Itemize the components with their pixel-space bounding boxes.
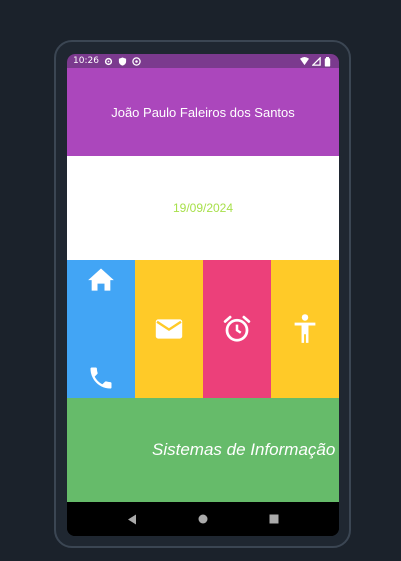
user-name: João Paulo Faleiros dos Santos <box>111 104 295 120</box>
navigation-bar <box>67 502 339 536</box>
icon-grid <box>67 260 339 398</box>
signal-icon <box>312 56 321 66</box>
column-alarm <box>203 260 271 398</box>
home-button-icon[interactable] <box>198 514 208 524</box>
battery-icon <box>324 56 333 66</box>
status-time: 10:26 <box>73 56 99 66</box>
home-icon[interactable] <box>87 266 115 292</box>
column-mail <box>135 260 203 398</box>
status-right <box>300 56 333 66</box>
date-text: 19/09/2024 <box>172 201 234 215</box>
date-area: 19/09/2024 <box>67 156 339 260</box>
phone-icon[interactable] <box>87 364 115 392</box>
status-left: 10:26 <box>73 54 141 68</box>
status-bar: 10:26 <box>67 54 339 68</box>
device-screen: 10:26 João Paulo Faleiros dos Santos 19/… <box>67 54 339 536</box>
settings-icon <box>104 57 113 66</box>
mail-icon[interactable] <box>154 317 184 341</box>
shield-icon <box>118 56 127 66</box>
column-home-phone <box>67 260 135 398</box>
alarm-icon[interactable] <box>222 314 252 344</box>
header-bar: João Paulo Faleiros dos Santos <box>67 68 339 156</box>
accessibility-icon[interactable] <box>292 314 318 344</box>
back-icon[interactable] <box>127 514 137 525</box>
wifi-icon <box>300 56 309 66</box>
footer-text: Sistemas de Informação <box>152 440 336 459</box>
recents-icon[interactable] <box>269 514 279 524</box>
column-accessibility <box>271 260 339 398</box>
footer-banner: Sistemas de Informação <box>67 398 339 502</box>
at-sign-icon <box>132 56 141 66</box>
